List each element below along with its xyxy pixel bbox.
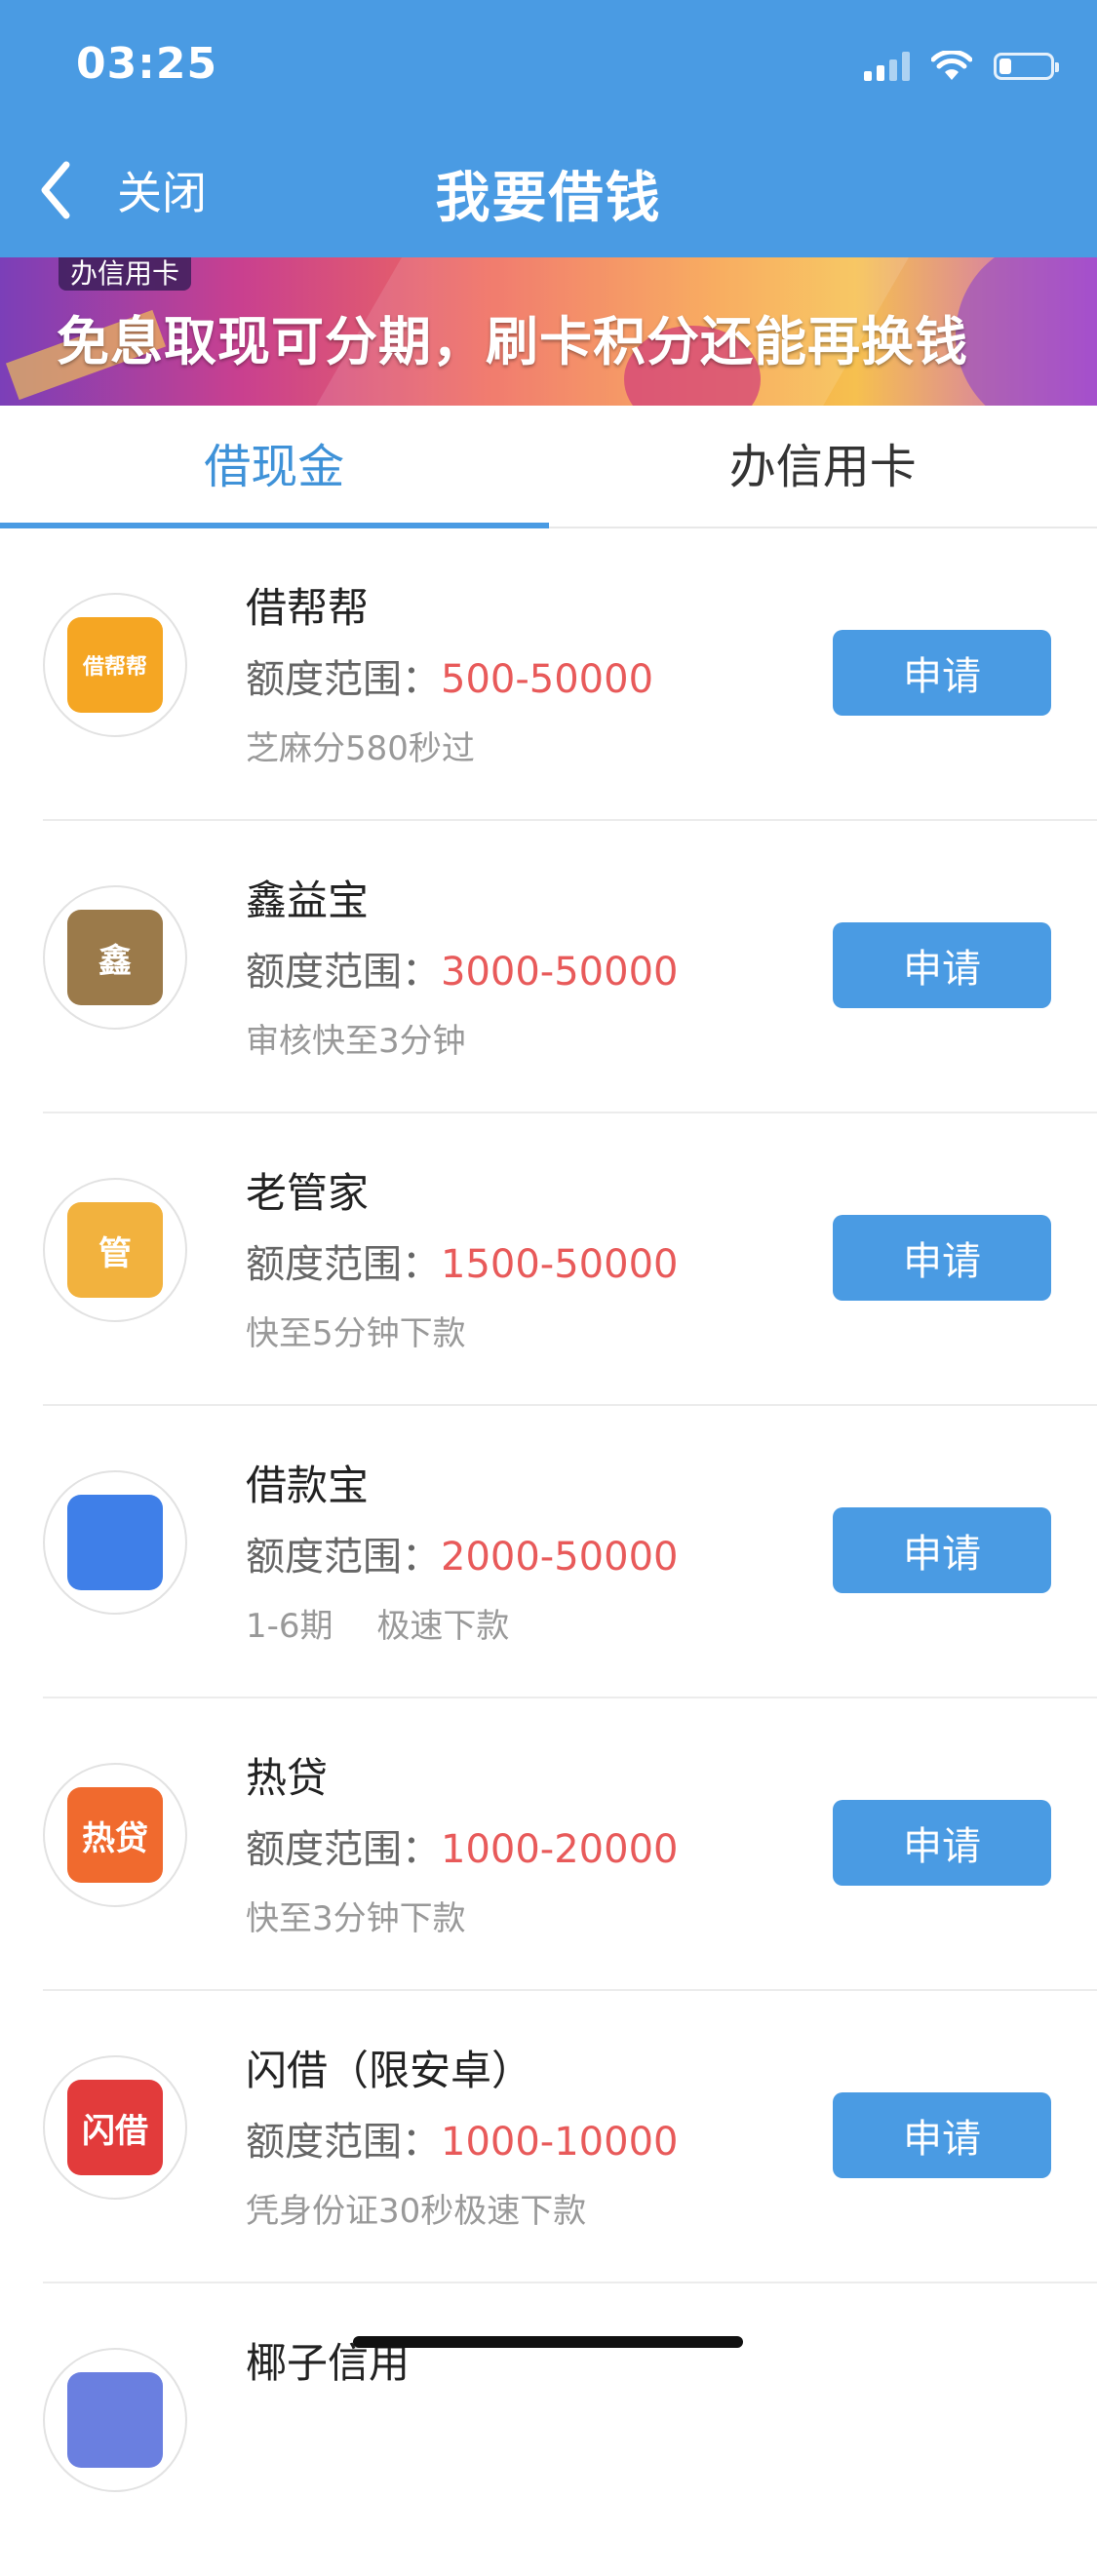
list-item[interactable]: 管 老管家额度范围：1500-50000 快至5分钟下款 申请: [43, 1113, 1097, 1406]
app-logo: 热贷: [43, 1763, 187, 1907]
app-logo: 借帮帮: [43, 593, 187, 737]
loan-list: 借帮帮借帮帮额度范围：500-50000芝麻分580秒过申请鑫鑫益宝额度范围：3…: [0, 528, 1097, 2576]
range-label: 额度范围：: [246, 1535, 441, 1580]
app-description: 1-6期 极速下款: [246, 1599, 509, 1647]
tab-credit-card[interactable]: 办信用卡: [549, 406, 1097, 527]
cellular-signal-icon: [864, 52, 910, 81]
app-name: 老管家: [246, 1160, 369, 1220]
app-logo-icon: [67, 1495, 163, 1590]
app-logo-icon: 闪借: [67, 2080, 163, 2175]
range-label: 额度范围：: [246, 1827, 441, 1872]
range-amount: 1000-10000: [441, 2120, 678, 2165]
amount-range: 额度范围：3000-50000: [246, 940, 678, 996]
status-icons: [864, 49, 1054, 84]
amount-range: 额度范围：1500-50000: [246, 1232, 678, 1289]
app-description: 芝麻分580秒过: [246, 722, 475, 769]
apply-button[interactable]: 申请: [833, 1507, 1051, 1593]
app-name: 热贷: [246, 1745, 328, 1805]
amount-range: 额度范围：2000-50000: [246, 1525, 678, 1581]
amount-range: 额度范围：1000-20000: [246, 1817, 678, 1874]
app-description: 快至5分钟下款: [246, 1307, 466, 1354]
app-logo: [43, 2348, 187, 2492]
app-header: 03:25 关闭 我要借钱: [0, 0, 1097, 257]
app-description: 审核快至3分钟: [246, 1014, 466, 1062]
app-logo: 闪借: [43, 2055, 187, 2200]
app-logo: 管: [43, 1178, 187, 1322]
app-name: 借帮帮: [246, 575, 369, 635]
range-label: 额度范围：: [246, 2120, 441, 2165]
app-name: 借款宝: [246, 1453, 369, 1512]
page-title: 我要借钱: [0, 154, 1097, 233]
tab-bar: 借现金 办信用卡: [0, 406, 1097, 528]
range-amount: 1000-20000: [441, 1827, 678, 1872]
range-amount: 3000-50000: [441, 950, 678, 995]
range-amount: 2000-50000: [441, 1535, 678, 1580]
amount-range: 额度范围：500-50000: [246, 647, 653, 704]
list-item[interactable]: 借帮帮借帮帮额度范围：500-50000芝麻分580秒过申请: [43, 528, 1097, 821]
banner-headline: 免息取现可分期，刷卡积分还能再换钱: [57, 298, 968, 375]
range-label: 额度范围：: [246, 1242, 441, 1287]
wifi-icon: [931, 51, 972, 82]
app-logo: [43, 1470, 187, 1615]
home-indicator: [353, 2336, 743, 2348]
list-item[interactable]: 借款宝额度范围：2000-50000 1-6期 极速下款 申请: [43, 1406, 1097, 1698]
apply-button[interactable]: 申请: [833, 1215, 1051, 1301]
battery-icon: [994, 53, 1054, 80]
list-item[interactable]: 椰子信用: [43, 2283, 1097, 2576]
banner-tag: 办信用卡: [59, 257, 191, 291]
list-item[interactable]: 鑫 鑫益宝额度范围：3000-50000 审核快至3分钟 申请: [43, 821, 1097, 1113]
list-item[interactable]: 闪借 闪借（限安卓） 额度范围：1000-10000 凭身份证30秒极速下款 申请: [43, 1991, 1097, 2283]
app-name: 闪借（限安卓）: [246, 2038, 532, 2097]
list-item[interactable]: 热贷热贷额度范围：1000-20000快至3分钟下款申请: [43, 1698, 1097, 1991]
status-time: 03:25: [76, 39, 217, 89]
app-logo-icon: 热贷: [67, 1787, 163, 1883]
apply-button[interactable]: 申请: [833, 2092, 1051, 2178]
app-name: 鑫益宝: [246, 868, 369, 927]
range-label: 额度范围：: [246, 657, 441, 702]
app-logo-icon: 借帮帮: [67, 617, 163, 713]
apply-button[interactable]: 申请: [833, 1800, 1051, 1886]
app-description: 凭身份证30秒极速下款: [246, 2184, 586, 2232]
app-logo-icon: 鑫: [67, 910, 163, 1005]
app-description: 快至3分钟下款: [246, 1892, 466, 1939]
apply-button[interactable]: 申请: [833, 630, 1051, 716]
tab-cash-loan[interactable]: 借现金: [0, 406, 549, 527]
app-logo-icon: 管: [67, 1202, 163, 1298]
range-amount: 1500-50000: [441, 1242, 678, 1287]
range-amount: 500-50000: [441, 657, 653, 702]
apply-button[interactable]: 申请: [833, 922, 1051, 1008]
app-logo-icon: [67, 2372, 163, 2468]
app-logo: 鑫: [43, 885, 187, 1030]
range-label: 额度范围：: [246, 950, 441, 995]
amount-range: 额度范围：1000-10000: [246, 2110, 678, 2166]
